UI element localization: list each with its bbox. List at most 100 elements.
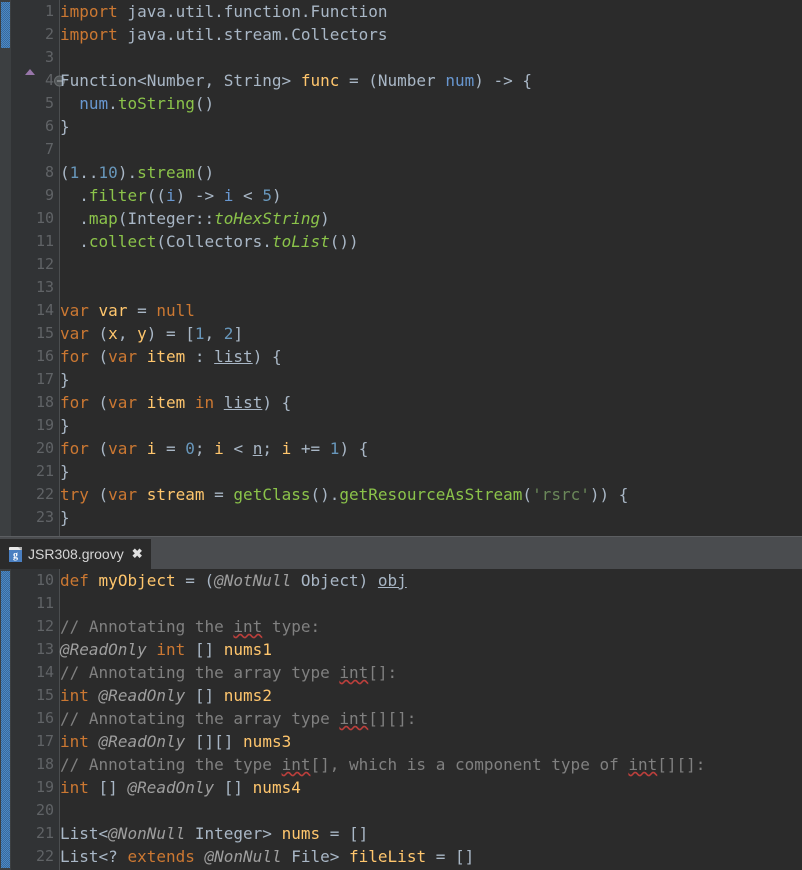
code-token: // Annotating the array type [60, 709, 340, 728]
line-number: 12 [35, 617, 54, 635]
code-line[interactable]: for (var item in list) { [60, 391, 802, 414]
code-line[interactable]: .map(Integer::toHexString) [60, 207, 802, 230]
code-token: = [] [320, 824, 369, 843]
line-number-gutter-bottom[interactable]: 10 11 12 13 14 15 16 17 18 19 20 21 22 [11, 569, 60, 870]
code-line[interactable]: for (var item : list) { [60, 345, 802, 368]
vertical-scrollbar-bottom[interactable] [0, 569, 11, 870]
code-line[interactable]: import java.util.function.Function [60, 0, 802, 23]
line-number: 5 [44, 94, 54, 112]
code-token: nums2 [223, 686, 272, 705]
code-line[interactable]: (1..10).stream() [60, 161, 802, 184]
code-line[interactable]: } [60, 368, 802, 391]
code-line[interactable]: } [60, 460, 802, 483]
code-token: i [281, 439, 292, 458]
code-token: def [60, 571, 89, 590]
code-line[interactable]: def myObject = (@NotNull Object) obj [60, 569, 802, 592]
code-token: } [60, 508, 70, 527]
line-number: 16 [35, 347, 54, 365]
code-token: . [60, 186, 89, 205]
code-token: int [233, 617, 263, 636]
code-token: += [291, 439, 330, 458]
code-token: func [300, 71, 340, 90]
code-line[interactable] [60, 592, 802, 615]
editor-pane-bottom[interactable]: 10 11 12 13 14 15 16 17 18 19 20 21 22 def myObject … [0, 569, 802, 870]
code-line[interactable] [60, 276, 802, 299]
code-line[interactable] [60, 46, 802, 69]
vertical-scrollbar-top[interactable] [0, 0, 11, 536]
line-number: 10 [35, 571, 54, 589]
code-token: myObject [98, 571, 176, 590]
code-token: import [60, 25, 118, 44]
code-token: int [156, 640, 186, 659]
code-token: x [108, 324, 118, 343]
code-token: list [223, 393, 263, 412]
tab-jsr308-groovy[interactable]: g JSR308.groovy ✖ [0, 539, 151, 569]
line-number: 6 [44, 117, 54, 135]
code-token: [][]: [368, 709, 417, 728]
code-token: ). [117, 163, 138, 182]
code-token: = ( [175, 571, 215, 590]
code-token: int [60, 732, 89, 751]
code-token: = [] [426, 847, 475, 866]
code-line[interactable]: // Annotating the array type int[][]: [60, 707, 802, 730]
code-token: Object) [291, 571, 378, 590]
close-icon[interactable]: ✖ [130, 546, 143, 562]
code-token: int [339, 709, 369, 728]
code-token: ( [88, 439, 109, 458]
code-line[interactable]: int @ReadOnly [][] nums3 [60, 730, 802, 753]
line-number: 12 [35, 255, 54, 273]
code-line[interactable]: } [60, 414, 802, 437]
code-line[interactable] [60, 138, 802, 161]
code-line[interactable]: var (x, y) = [1, 2] [60, 322, 802, 345]
code-token: List< [60, 824, 109, 843]
code-line[interactable]: Function<Number, String> func = (Number … [60, 69, 802, 92]
editor-tab-bar[interactable]: g JSR308.groovy ✖ [0, 536, 802, 569]
code-line[interactable]: var var = null [60, 299, 802, 322]
code-token: // Annotating the [60, 617, 234, 636]
code-token: item [146, 347, 186, 366]
code-line[interactable]: // Annotating the type int[], which is a… [60, 753, 802, 776]
code-line[interactable]: } [60, 506, 802, 529]
code-line[interactable]: List<? extends @NonNull File> fileList =… [60, 845, 802, 868]
code-line[interactable]: int [] @ReadOnly [] nums4 [60, 776, 802, 799]
code-line[interactable]: .collect(Collectors.toList()) [60, 230, 802, 253]
code-token: int [628, 755, 658, 774]
code-token: . [60, 232, 89, 251]
line-number: 19 [35, 778, 54, 796]
code-token: int [339, 663, 369, 682]
code-line[interactable]: @ReadOnly int [] nums1 [60, 638, 802, 661]
code-token: for [60, 393, 89, 412]
line-number: 1 [44, 2, 54, 20]
code-line[interactable]: .filter((i) -> i < 5) [60, 184, 802, 207]
scrollbar-thumb[interactable] [1, 571, 10, 868]
scrollbar-thumb[interactable] [1, 2, 10, 48]
line-number-gutter-top[interactable]: 1 2 3 4 5 6 7 8 9 10 11 12 13 14 15 16 17 18 19 20 21 22 23 [11, 0, 65, 536]
code-line[interactable]: } [60, 115, 802, 138]
code-line[interactable]: try (var stream = getClass().getResource… [60, 483, 802, 506]
code-line[interactable] [60, 799, 802, 822]
code-token: ( [88, 347, 109, 366]
code-line[interactable]: import java.util.stream.Collectors [60, 23, 802, 46]
code-line[interactable] [60, 253, 802, 276]
line-number: 11 [35, 594, 54, 612]
code-content-bottom[interactable]: def myObject = (@NotNull Object) obj // … [60, 569, 802, 870]
code-token: @NonNull [108, 824, 186, 843]
code-line[interactable]: for (var i = 0; i < n; i += 1) { [60, 437, 802, 460]
line-number: 18 [35, 755, 54, 773]
editor-pane-top[interactable]: 1 2 3 4 5 6 7 8 9 10 11 12 13 14 15 16 17 18 19 20 21 22 23 im… [0, 0, 802, 536]
tab-label: JSR308.groovy [28, 546, 124, 562]
code-token: fileList [349, 847, 427, 866]
code-token: getClass [233, 485, 311, 504]
code-token: getResourceAsStream [339, 485, 523, 504]
code-line[interactable]: List<@NonNull Integer> nums = [] [60, 822, 802, 845]
code-line[interactable]: // Annotating the int type: [60, 615, 802, 638]
collapse-arrow-icon[interactable] [25, 69, 35, 75]
code-content-top[interactable]: import java.util.function.Function import… [60, 0, 802, 536]
code-line[interactable]: num.toString() [60, 92, 802, 115]
code-token: (( [146, 186, 166, 205]
code-line[interactable]: int @ReadOnly [] nums2 [60, 684, 802, 707]
code-line[interactable]: // Annotating the array type int[]: [60, 661, 802, 684]
